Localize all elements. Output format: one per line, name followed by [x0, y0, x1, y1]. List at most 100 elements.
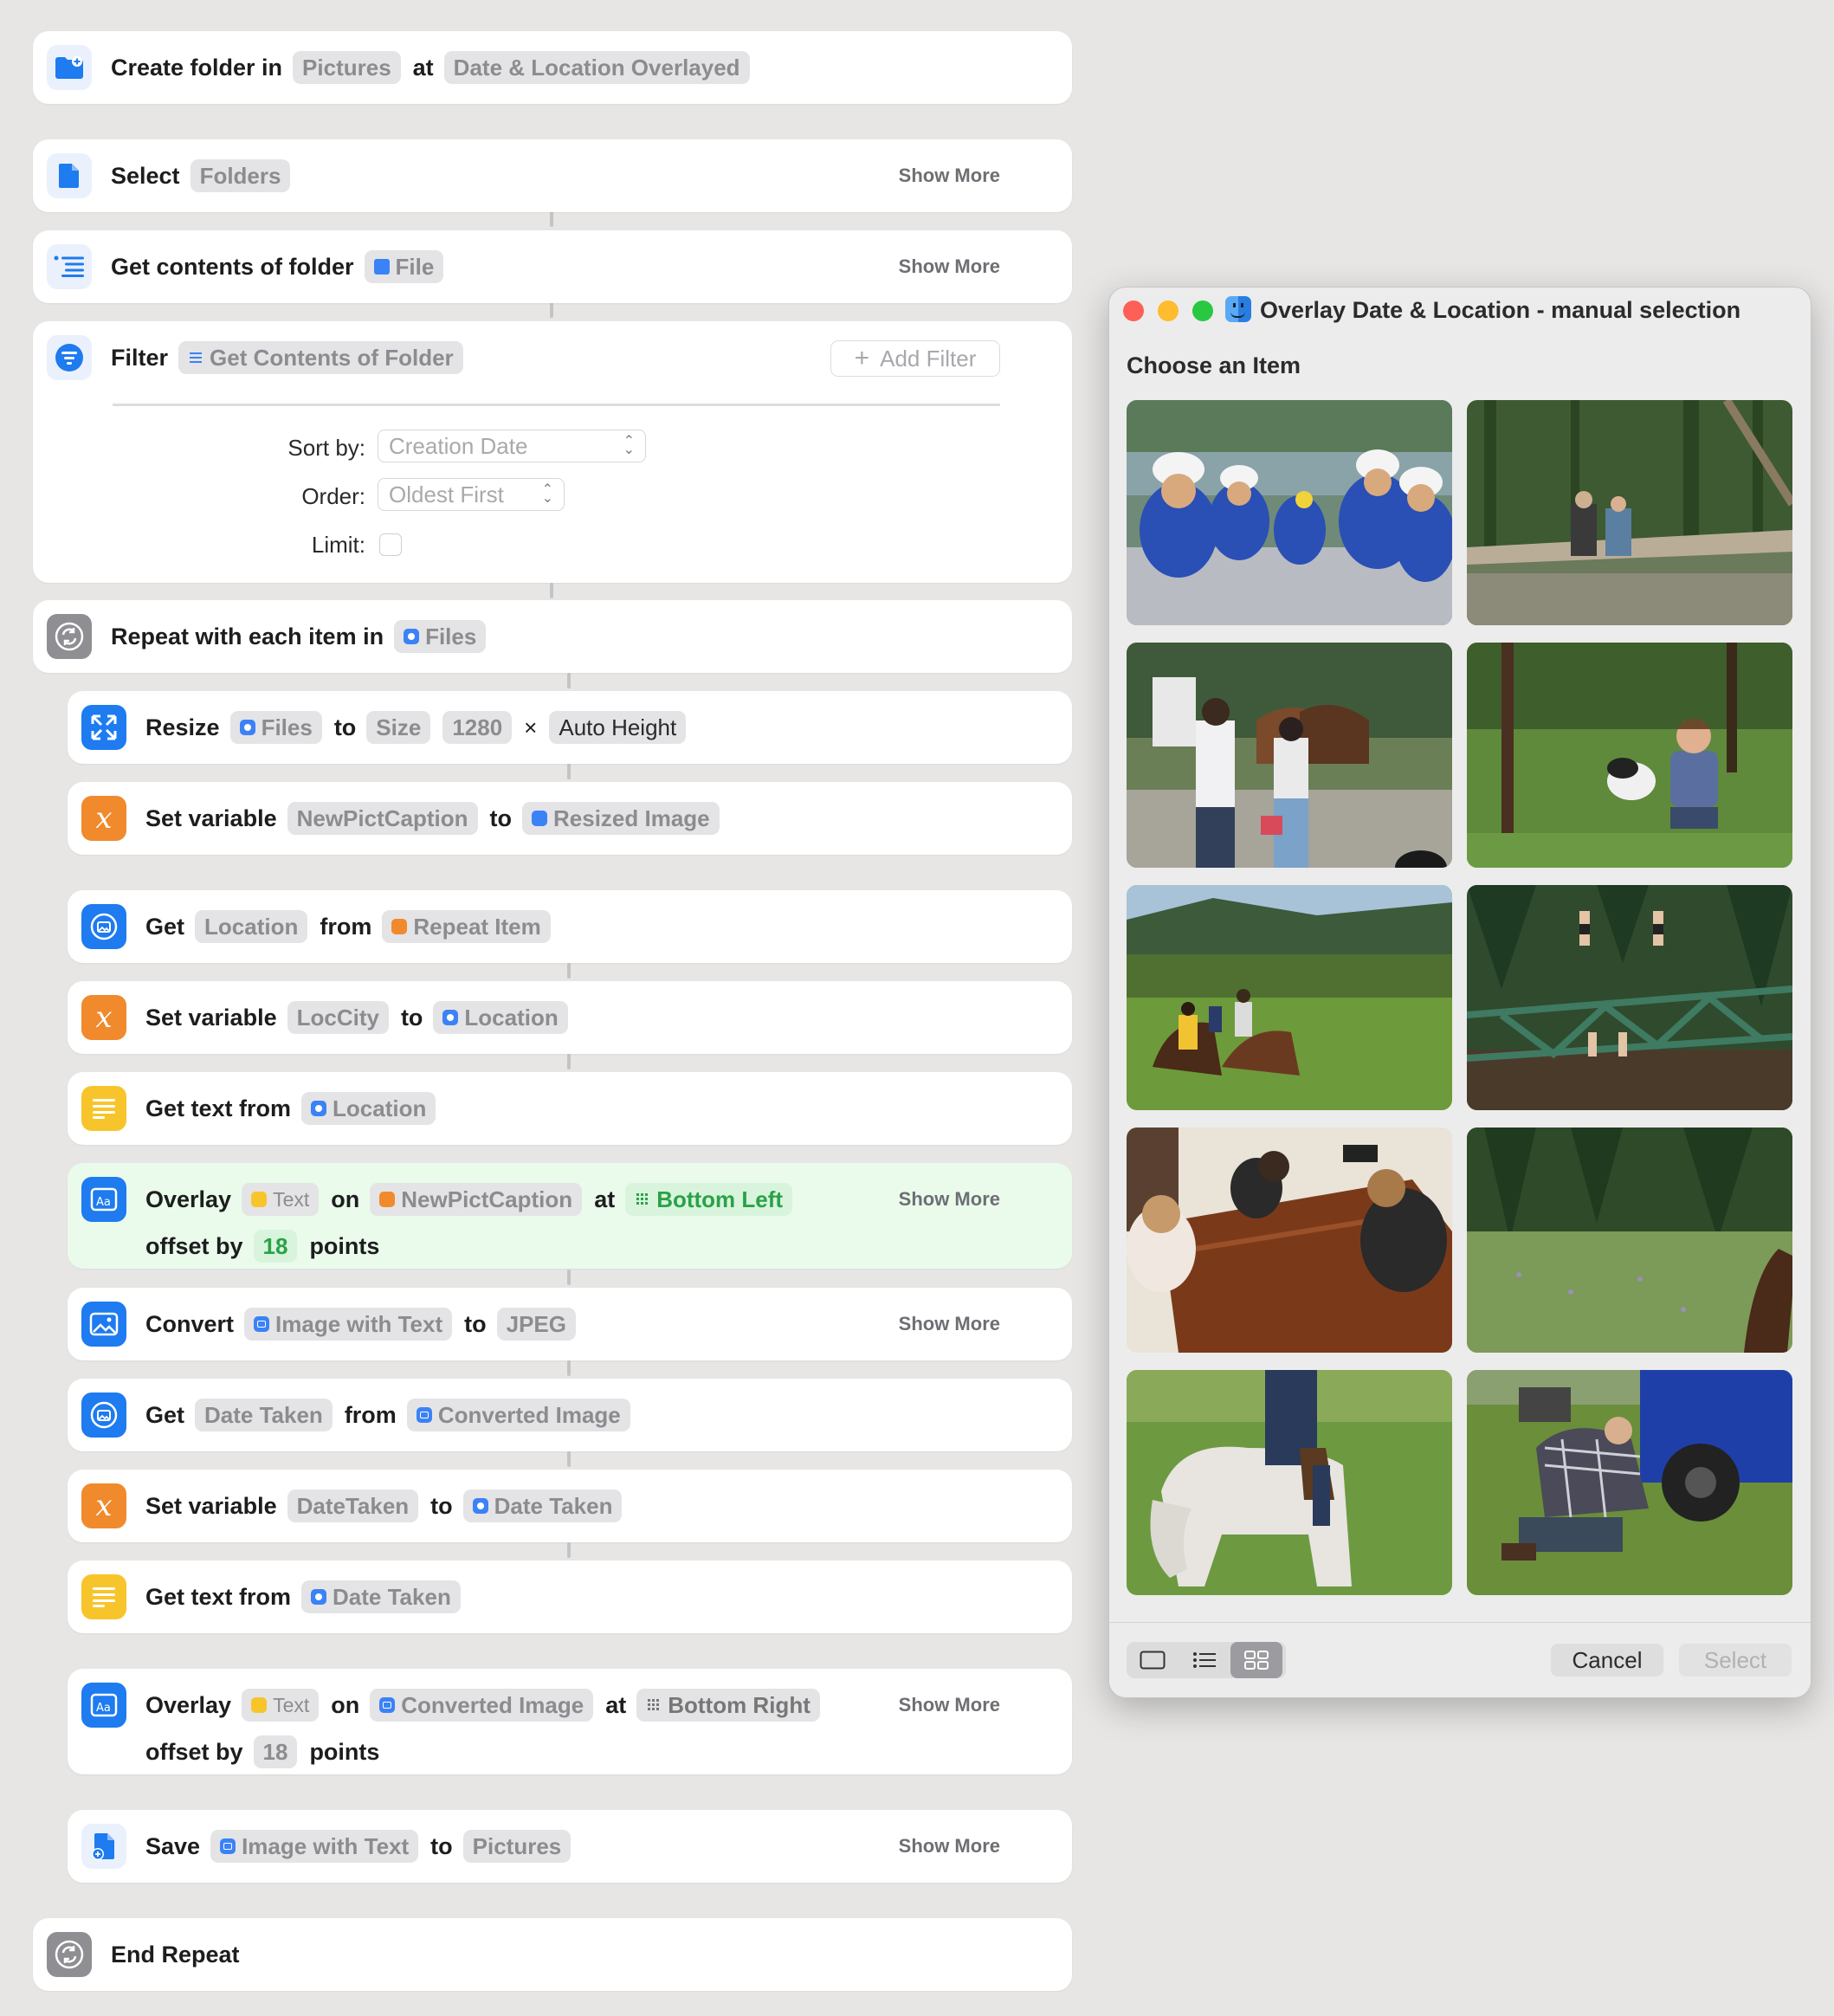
action-get-date-taken[interactable]: Get Date Taken from Converted Image [68, 1379, 1072, 1451]
parameter-token[interactable]: Image with Text [244, 1308, 453, 1341]
show-more-button[interactable]: Show More [899, 1288, 1000, 1360]
action-end-repeat[interactable]: End Repeat [33, 1918, 1072, 1991]
grid-view-button[interactable] [1230, 1642, 1282, 1678]
single-view-button[interactable] [1127, 1642, 1179, 1678]
parameter-token[interactable]: File [364, 250, 444, 283]
sort-by-popup[interactable]: Creation Date ⌃ ⌄ [378, 430, 646, 462]
parameter-token[interactable]: Auto Height [549, 711, 687, 744]
action-convert-image[interactable]: Convert Image with Text to JPEG Show Mor… [68, 1288, 1072, 1360]
photo-thumbnail[interactable] [1467, 1128, 1792, 1353]
parameter-token[interactable]: Bottom Left [625, 1183, 793, 1216]
parameter-token[interactable]: Repeat Item [382, 910, 551, 943]
action-overlay-text[interactable]: Aa Overlay Text on Converted Image at Bo… [68, 1669, 1072, 1774]
parameter-token[interactable]: NewPictCaption [287, 802, 478, 835]
photo-thumbnail[interactable] [1127, 885, 1452, 1110]
token-label: Text [273, 1187, 310, 1211]
action-filter[interactable]: Filter Get Contents of Folder + Add Filte… [33, 321, 1072, 583]
parameter-token[interactable]: Pictures [293, 51, 401, 84]
cancel-button[interactable]: Cancel [1551, 1644, 1663, 1677]
image-icon [220, 1838, 236, 1854]
parameter-token[interactable]: 18 [253, 1735, 298, 1768]
parameter-token[interactable]: Image with Text [210, 1830, 419, 1863]
show-more-button[interactable]: Show More [899, 1810, 1000, 1883]
select-button[interactable]: Select [1679, 1644, 1792, 1677]
action-label: End Repeat [111, 1941, 240, 1968]
photo-thumbnail[interactable] [1467, 1370, 1792, 1595]
text-icon [251, 1697, 268, 1713]
image-icon [81, 1302, 126, 1347]
action-set-variable[interactable]: x Set variable LocCity to Location [68, 981, 1072, 1054]
action-save[interactable]: Save Image with Text to Pictures Show Mo… [68, 1810, 1072, 1883]
zoom-button[interactable] [1192, 300, 1213, 321]
action-label: offset by [145, 1738, 243, 1765]
show-more-button[interactable]: Show More [899, 139, 1000, 212]
show-more-button[interactable]: Show More [899, 1669, 1000, 1741]
order-popup[interactable]: Oldest First ⌃ ⌄ [378, 478, 565, 511]
photo-thumbnail[interactable] [1127, 643, 1452, 868]
parameter-token[interactable]: LocCity [287, 1001, 389, 1034]
photo-thumbnail[interactable] [1127, 1128, 1452, 1353]
action-repeat[interactable]: Repeat with each item in Files [33, 600, 1072, 673]
token-label: Get Contents of Folder [210, 344, 454, 371]
photo-thumbnail[interactable] [1467, 400, 1792, 625]
parameter-token[interactable]: 18 [253, 1230, 298, 1263]
parameter-token[interactable]: Location [195, 910, 308, 943]
sort-by-label: Sort by: [287, 435, 365, 461]
date-icon [472, 1498, 488, 1514]
limit-checkbox[interactable] [379, 533, 402, 556]
show-more-button[interactable]: Show More [899, 1163, 1000, 1236]
photo-thumbnail[interactable] [1467, 643, 1792, 868]
token-label: Resized Image [553, 804, 710, 831]
resize-icon [81, 705, 126, 750]
order-label: Order: [301, 483, 365, 509]
parameter-token[interactable]: Location [433, 1001, 568, 1034]
parameter-token[interactable]: Text [242, 1689, 320, 1722]
action-get-location[interactable]: Get Location from Repeat Item [68, 890, 1072, 963]
parameter-token[interactable]: NewPictCaption [370, 1183, 583, 1216]
parameter-token[interactable]: Folders [190, 159, 291, 192]
photo-thumbnail[interactable] [1127, 1370, 1452, 1595]
parameter-token[interactable]: Date Taken [462, 1489, 623, 1522]
action-label: Create folder in [111, 54, 283, 81]
parameter-token[interactable]: Files [229, 711, 322, 744]
parameter-token[interactable]: Resized Image [522, 802, 720, 835]
order-value: Oldest First [389, 481, 504, 507]
image-details-icon [81, 1392, 126, 1438]
action-set-variable[interactable]: x Set variable NewPictCaption to Resized… [68, 782, 1072, 855]
parameter-token[interactable]: Files [394, 620, 487, 653]
action-label: Filter [111, 344, 169, 371]
list-view-button[interactable] [1179, 1642, 1230, 1678]
parameter-token[interactable]: Converted Image [370, 1689, 594, 1722]
photo-thumbnail[interactable] [1127, 400, 1452, 625]
parameter-token[interactable]: Date & Location Overlayed [443, 51, 750, 84]
svg-text:Aa: Aa [96, 1196, 111, 1209]
parameter-token[interactable]: Pictures [462, 1830, 572, 1863]
action-get-text[interactable]: Get text from Location [68, 1072, 1072, 1145]
action-create-folder[interactable]: Create folder in Pictures at Date & Loca… [33, 31, 1072, 104]
parameter-token[interactable]: Text [242, 1183, 320, 1216]
action-select[interactable]: Select Folders Show More [33, 139, 1072, 212]
action-resize[interactable]: Resize Files to Size 1280 × Auto Height [68, 691, 1072, 764]
parameter-token[interactable]: Size [366, 711, 431, 744]
resize-icon [532, 811, 547, 826]
add-filter-button[interactable]: + Add Filter [830, 340, 1000, 377]
action-get-text[interactable]: Get text from Date Taken [68, 1560, 1072, 1633]
parameter-token[interactable]: DateTaken [287, 1489, 419, 1522]
parameter-token[interactable]: Date Taken [195, 1399, 333, 1431]
show-more-button[interactable]: Show More [899, 230, 1000, 303]
action-get-contents-of-folder[interactable]: Get contents of folder File Show More [33, 230, 1072, 303]
action-label: Resize [145, 714, 220, 740]
parameter-token[interactable]: JPEG [496, 1308, 576, 1341]
close-button[interactable] [1123, 300, 1144, 321]
parameter-token[interactable]: Date Taken [301, 1580, 461, 1613]
parameter-token[interactable]: Location [301, 1092, 436, 1125]
action-set-variable[interactable]: x Set variable DateTaken to Date Taken [68, 1470, 1072, 1542]
parameter-token[interactable]: Bottom Right [636, 1689, 820, 1722]
action-overlay-text[interactable]: Aa Overlay Text on NewPictCaption at Bot… [68, 1163, 1072, 1269]
parameter-token[interactable]: Converted Image [406, 1399, 630, 1431]
parameter-token[interactable]: Get Contents of Folder [178, 341, 463, 374]
view-mode-control [1127, 1642, 1286, 1678]
minimize-button[interactable] [1158, 300, 1179, 321]
photo-thumbnail[interactable] [1467, 885, 1792, 1110]
parameter-token[interactable]: 1280 [442, 711, 513, 744]
